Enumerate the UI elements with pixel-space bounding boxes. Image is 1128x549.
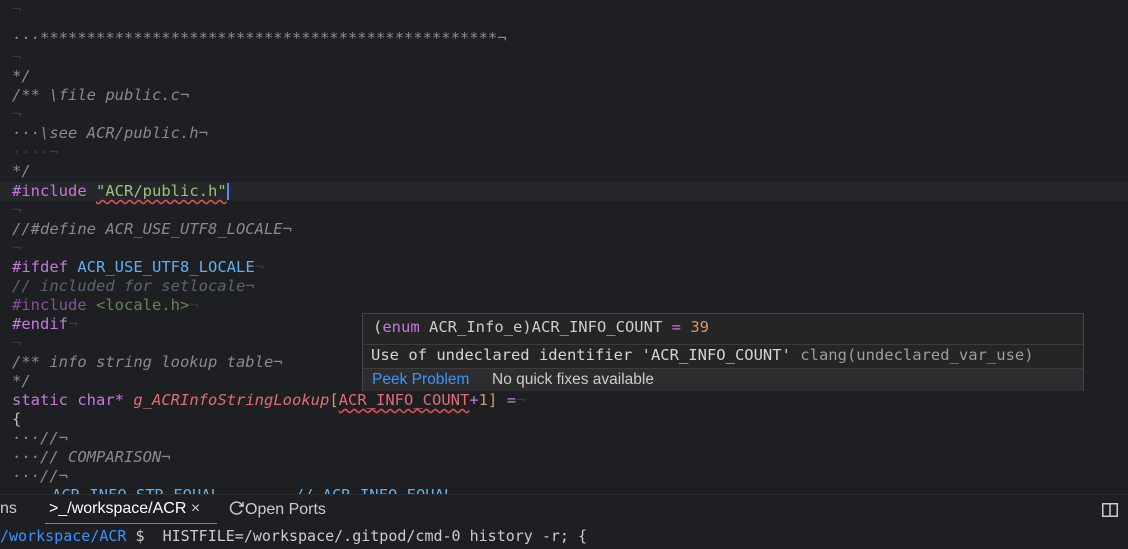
- code-line: //#define ACR_USE_UTF8_LOCALE¬: [12, 220, 292, 238]
- signature-enum: enum: [382, 318, 420, 336]
- panel-tab-bar: ns >_/workspace/ACR × Open Ports: [0, 494, 1128, 525]
- code-line: ···//¬: [12, 467, 68, 485]
- text-caret: [226, 183, 229, 200]
- split-panel-icon[interactable]: [1102, 503, 1118, 517]
- divider: [363, 344, 1083, 345]
- variable-name: g_ACRInfoStringLookup: [133, 391, 330, 409]
- terminal-tab-label: _/workspace/ACR: [58, 500, 187, 517]
- comment-text: ···*************************************…: [12, 29, 507, 47]
- code-line: ···*************************************…: [12, 29, 507, 48]
- keyword: static: [12, 391, 68, 409]
- peek-problem-link[interactable]: Peek Problem: [372, 371, 469, 389]
- diagnostic-source: clang(undeclared_var_use): [800, 346, 1034, 364]
- diagnostic-text: Use of undeclared identifier 'ACR_INFO_C…: [371, 346, 791, 364]
- terminal-cwd: /workspace/ACR: [0, 527, 127, 545]
- tab-open-ports[interactable]: Open Ports: [229, 500, 326, 519]
- hover-actions-bar: Peek Problem No quick fixes available: [363, 369, 1083, 391]
- hover-tooltip: (enum ACR_Info_e)ACR_INFO_COUNT = 39 Use…: [362, 313, 1084, 391]
- code-line: ¬: [12, 201, 22, 219]
- terminal-prompt-icon: >: [49, 500, 59, 517]
- hover-signature: (enum ACR_Info_e)ACR_INFO_COUNT = 39: [373, 318, 709, 336]
- code-line-endif: #endif¬: [12, 315, 78, 333]
- signature-equals: =: [671, 318, 681, 336]
- include-path-string[interactable]: "ACR/public.h": [96, 182, 227, 200]
- operator: =: [506, 391, 517, 409]
- type-keyword: char*: [77, 391, 125, 409]
- signature-paren: (: [373, 318, 383, 336]
- include-header: <locale.h>: [96, 296, 190, 314]
- code-line-include[interactable]: #include "ACR/public.h": [12, 182, 229, 201]
- code-line: /** \file public.c¬: [12, 86, 190, 104]
- terminal-command: HISTFILE=/workspace/.gitpod/cmd-0 histor…: [162, 527, 588, 545]
- code-line: {: [12, 410, 22, 428]
- preprocessor-keyword: #include: [12, 182, 87, 200]
- preprocessor-keyword: #include: [12, 296, 87, 314]
- no-quick-fixes-label: No quick fixes available: [492, 371, 654, 388]
- preprocessor-keyword: #endif: [12, 315, 68, 333]
- code-line: ¬: [12, 0, 22, 18]
- code-editor[interactable]: ¬ ···***********************************…: [0, 0, 1128, 494]
- signature-type: ACR_Info_e)ACR_INFO_COUNT: [419, 318, 672, 336]
- code-line-declaration: static char* g_ACRInfoStringLookup[ACR_I…: [12, 391, 526, 409]
- terminal-prompt: $: [126, 527, 163, 545]
- tab-terminal[interactable]: >_/workspace/ACR ×: [49, 500, 200, 518]
- code-line: */: [12, 372, 31, 390]
- code-line: ¬: [12, 334, 22, 352]
- undeclared-identifier[interactable]: ACR_INFO_COUNT: [339, 391, 470, 409]
- code-line: ····¬: [12, 143, 59, 161]
- code-line: ···\see ACR/public.h¬: [12, 124, 208, 142]
- signature-value: 39: [690, 318, 709, 336]
- preprocessor-keyword: #ifdef: [12, 258, 68, 276]
- tab-partial[interactable]: ns: [0, 500, 17, 518]
- close-icon[interactable]: ×: [191, 500, 200, 517]
- bracket: [: [329, 391, 339, 409]
- code-line: ¬: [12, 239, 22, 257]
- macro-name[interactable]: ACR_USE_UTF8_LOCALE: [77, 258, 254, 276]
- terminal-output[interactable]: /workspace/ACR $ HISTFILE=/workspace/.gi…: [0, 524, 1128, 549]
- diagnostic-message: Use of undeclared identifier 'ACR_INFO_C…: [371, 346, 1034, 364]
- operator: +: [469, 391, 479, 409]
- code-line-inactive: #include <locale.h>¬: [12, 296, 199, 314]
- code-line: ¬: [12, 105, 22, 123]
- bracket: ]: [488, 391, 498, 409]
- open-ports-label: Open Ports: [245, 501, 326, 518]
- code-line: /** info string lookup table¬: [12, 353, 283, 371]
- code-line: ···// COMPARISON¬: [12, 448, 171, 466]
- code-line-cut: ACR_INFO_STR_EQUAL // ACR_INFO_EQUAL: [52, 486, 453, 494]
- code-line: ¬: [12, 48, 22, 66]
- code-line-ifdef: #ifdef ACR_USE_UTF8_LOCALE¬: [12, 258, 264, 276]
- code-line: // included for setlocale¬: [12, 277, 255, 295]
- code-line: */: [12, 67, 31, 85]
- ports-icon: [229, 501, 244, 515]
- code-line: ···//¬: [12, 429, 68, 447]
- number-literal: 1: [478, 391, 489, 409]
- code-line: */: [12, 162, 31, 180]
